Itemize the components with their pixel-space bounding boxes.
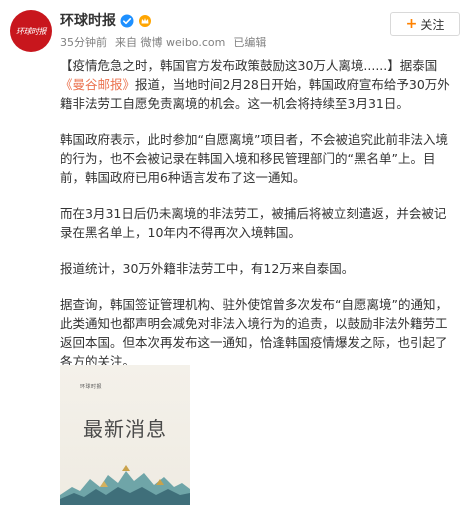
bangkok-post-link[interactable]: 《曼谷邮报》 xyxy=(60,77,135,92)
verified-badge-icon xyxy=(120,13,134,28)
vip-crown-icon xyxy=(138,13,152,27)
p1-lead: 【疫情危急之时，韩国官方发布政策鼓励这30万人离境......】据泰国 xyxy=(60,58,438,73)
mountain-art-image xyxy=(60,465,190,505)
name-row: 环球时报 xyxy=(60,10,152,30)
post-paragraph: 报道统计，30万外籍非法劳工中，有12万来自泰国。 xyxy=(60,261,355,276)
post-header: 环球时报 环球时报 35分钟前 来自 微博 weibo.com 已编辑 + 关注 xyxy=(0,0,470,56)
post-paragraph: 韩国政府表示，此时参加“自愿离境”项目者，不会被追究此前非法入境的行为，也不会被… xyxy=(60,132,448,185)
follow-label: 关注 xyxy=(420,17,445,32)
post-time-link[interactable]: 35分钟前 xyxy=(60,34,107,50)
image-brand-text: 环球时报 xyxy=(80,384,103,390)
plus-icon: + xyxy=(405,16,418,32)
post-paragraph: 据查询，韩国签证管理机构、驻外使馆曾多次发布“自愿离境”的通知，此类通知也都声明… xyxy=(60,297,448,369)
user-name-link[interactable]: 环球时报 xyxy=(60,10,116,30)
post-source: 来自 微博 weibo.com xyxy=(115,34,225,50)
post-meta: 35分钟前 来自 微博 weibo.com 已编辑 xyxy=(60,34,266,50)
post-paragraph: 【疫情危急之时，韩国官方发布政策鼓励这30万人离境......】据泰国《曼谷邮报… xyxy=(60,56,458,113)
source-link[interactable]: 微博 weibo.com xyxy=(141,36,226,49)
follow-button[interactable]: + 关注 xyxy=(390,12,460,36)
post-paragraph: 而在3月31日后仍未离境的非法劳工，被捕后将被立刻遣返，并会被记录在黑名单上，1… xyxy=(60,206,447,240)
avatar[interactable]: 环球时报 xyxy=(10,10,52,52)
avatar-logo-text: 环球时报 xyxy=(16,26,47,36)
source-prefix: 来自 xyxy=(115,36,137,49)
post-body: 【疫情危急之时，韩国官方发布政策鼓励这30万人离境......】据泰国《曼谷邮报… xyxy=(60,56,458,388)
edited-label[interactable]: 已编辑 xyxy=(233,34,266,50)
image-title-text: 最新消息 xyxy=(83,417,167,441)
post-image-thumbnail[interactable]: 环球时报 最新消息 xyxy=(60,365,190,505)
